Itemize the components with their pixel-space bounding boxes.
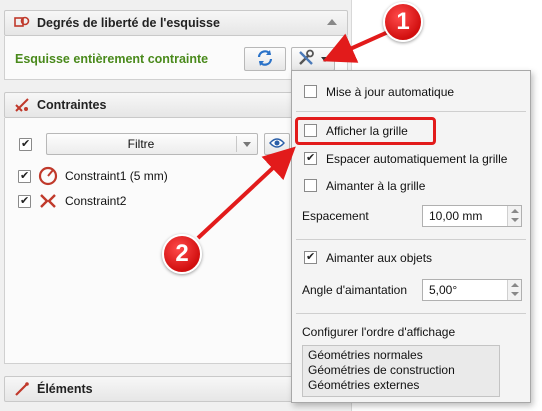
menu-item-auto-grid-spacing[interactable]: Espacer automatiquement la grille <box>292 148 530 170</box>
menu-separator <box>296 313 526 314</box>
collapse-arrow-icon[interactable] <box>327 19 337 25</box>
sketch-settings-menu-button[interactable] <box>291 47 335 71</box>
dof-section-header[interactable]: Degrés de liberté de l'esquisse <box>4 10 348 36</box>
elements-section-title: Éléments <box>37 382 93 396</box>
snap-objects-checkbox[interactable] <box>304 250 317 264</box>
filter-separator <box>236 136 237 152</box>
filter-enable-checkbox[interactable] <box>19 137 32 151</box>
snap-grid-checkbox[interactable] <box>304 179 317 192</box>
spin-up-icon[interactable] <box>511 283 519 287</box>
list-item[interactable]: Géométries de construction <box>308 363 455 377</box>
eye-icon <box>269 137 285 152</box>
callout-2: 2 <box>162 234 202 274</box>
chevron-down-icon <box>243 142 251 147</box>
auto-update-label: Mise à jour automatique <box>326 85 455 99</box>
constraint-row[interactable]: Constraint2 <box>18 190 126 212</box>
spin-buttons[interactable] <box>507 280 521 300</box>
list-item[interactable]: Géométries normales <box>308 348 423 362</box>
coincident-constraint-icon <box>37 190 59 212</box>
spacing-value: 10,00 mm <box>429 209 483 223</box>
refresh-icon <box>256 49 274 70</box>
menu-item-snap-objects[interactable]: Aimanter aux objets <box>292 247 530 269</box>
snap-angle-value: 5,00° <box>429 283 458 297</box>
filter-combo[interactable]: Filtre <box>46 133 258 155</box>
dof-section-title: Degrés de liberté de l'esquisse <box>37 16 220 30</box>
spin-buttons[interactable] <box>507 206 521 226</box>
auto-update-checkbox[interactable] <box>304 85 317 98</box>
constraint-label: Constraint1 (5 mm) <box>65 169 168 183</box>
menu-separator <box>296 111 526 112</box>
snap-objects-label: Aimanter aux objets <box>326 251 433 265</box>
filter-label: Filtre <box>127 137 155 151</box>
constraint-visible-checkbox[interactable] <box>18 194 31 208</box>
elements-icon <box>13 380 31 398</box>
refresh-button[interactable] <box>244 47 286 71</box>
menu-item-snap-grid[interactable]: Aimanter à la grille <box>292 175 530 197</box>
constraint-row[interactable]: Constraint1 (5 mm) <box>18 165 168 187</box>
spacing-spinbox[interactable]: 10,00 mm <box>422 205 522 227</box>
spin-up-icon[interactable] <box>511 209 519 213</box>
radius-constraint-icon <box>37 165 59 187</box>
visibility-button[interactable] <box>264 133 290 155</box>
sketch-dof-icon <box>13 14 31 32</box>
dropdown-arrow-icon <box>321 56 329 62</box>
constraints-section-title: Contraintes <box>37 98 107 112</box>
auto-grid-spacing-label: Espacer automatiquement la grille <box>326 152 508 166</box>
callout-1: 1 <box>383 2 423 42</box>
spacing-label: Espacement <box>302 209 369 223</box>
constraints-icon <box>13 96 31 114</box>
snap-angle-spinbox[interactable]: 5,00° <box>422 279 522 301</box>
tools-icon <box>297 49 315 70</box>
snap-angle-label: Angle d'aimantation <box>302 283 408 297</box>
constraint-label: Constraint2 <box>65 194 127 208</box>
spin-down-icon[interactable] <box>511 218 519 222</box>
render-order-title: Configurer l'ordre d'affichage <box>302 325 456 339</box>
constraint-visible-checkbox[interactable] <box>18 169 31 183</box>
render-order-list[interactable]: Géométries normales Géométries de constr… <box>302 345 500 397</box>
menu-item-auto-update[interactable]: Mise à jour automatique <box>292 81 530 103</box>
menu-separator <box>296 239 526 240</box>
snap-grid-label: Aimanter à la grille <box>326 179 426 193</box>
auto-grid-spacing-checkbox[interactable] <box>304 151 317 165</box>
list-item[interactable]: Géométries externes <box>308 378 419 392</box>
show-grid-highlight <box>295 117 436 145</box>
spin-down-icon[interactable] <box>511 292 519 296</box>
sketch-status-text: Esquisse entièrement contrainte <box>15 52 209 66</box>
